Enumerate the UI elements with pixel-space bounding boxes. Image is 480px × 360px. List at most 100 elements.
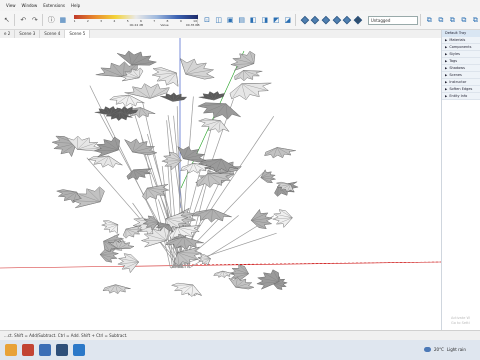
tray-title: Default Tray: [442, 30, 480, 37]
tab-scene-5[interactable]: Scene 5: [65, 30, 91, 38]
info-icon[interactable]: ⓘ: [47, 15, 57, 25]
tray-item-label: Components: [449, 45, 472, 49]
toolbar-divider: [294, 14, 296, 26]
plant-leaf: [151, 67, 179, 87]
tray-item-label: Tags: [449, 59, 458, 63]
scale-min: 00.24 dB: [129, 23, 144, 27]
select-icon[interactable]: ↖: [2, 15, 12, 25]
plant-leaf: [179, 58, 215, 80]
app-icon[interactable]: [22, 344, 34, 356]
windows-taskbar: [0, 340, 480, 360]
front-view-icon[interactable]: ⧉: [436, 15, 446, 25]
undo-icon[interactable]: ↶: [18, 15, 28, 25]
tray-item-label: Entity Info: [449, 94, 468, 98]
chevron-right-icon: ▶: [445, 73, 448, 77]
menu-view[interactable]: View: [6, 0, 16, 11]
tray-item-label: Materials: [449, 38, 466, 42]
default-tray: Default Tray ▶ Materials ▶ Components ▶ Sty…: [441, 30, 480, 330]
weather-desc: Light rain: [446, 347, 466, 352]
iso-view-icon[interactable]: [353, 15, 363, 25]
right-view-icon[interactable]: ⧉: [448, 15, 458, 25]
shadows-icon[interactable]: ◧: [248, 15, 258, 25]
hidden-line-icon[interactable]: [310, 15, 320, 25]
textured-icon[interactable]: [332, 15, 341, 25]
menu-window[interactable]: Window: [22, 0, 38, 11]
watermark-line: Go to Setti: [451, 321, 470, 325]
scale-label: 4: [113, 19, 116, 23]
menu-help[interactable]: Help: [71, 0, 80, 11]
scene-tabs: e 2 Scene 3 Scene 4 Scene 5: [0, 30, 441, 38]
scale-mid: Value: [160, 23, 169, 27]
sketchup-taskbar-icon[interactable]: [56, 344, 68, 356]
tab-scene-3[interactable]: Scene 3: [15, 30, 41, 38]
layout-icon[interactable]: ▦: [58, 15, 68, 25]
back-view-icon[interactable]: ⧉: [459, 15, 469, 25]
toolbar-divider: [419, 14, 421, 26]
sketchup-window: View Window Extensions Help ↖ ↶ ↷ ⓘ ▦ 1 …: [0, 0, 480, 360]
plant-leaf: [177, 146, 207, 163]
menu-bar: View Window Extensions Help: [0, 0, 480, 11]
weather-temp: 20°C: [434, 347, 444, 352]
pan-icon[interactable]: ▣: [225, 15, 235, 25]
tray-item-materials[interactable]: ▶ Materials: [442, 37, 480, 44]
tray-item-entity-info[interactable]: ▶ Entity Info: [442, 93, 480, 100]
scale-label: 5: [126, 19, 129, 23]
tag-select[interactable]: Untagged: [367, 15, 418, 25]
tray-item-shadows[interactable]: ▶ Shadows: [442, 65, 480, 72]
tray-item-instructor[interactable]: ▶ Instructor: [442, 79, 480, 86]
plant-leaf: [229, 82, 272, 101]
main-toolbar: ↖ ↶ ↷ ⓘ ▦ 1 2 3 4 5 6 7 8 9 10 00.24 dB …: [0, 11, 480, 30]
scale-label: 3: [100, 19, 103, 23]
activation-watermark: Activate W Go to Setti: [451, 316, 470, 326]
chevron-right-icon: ▶: [445, 94, 448, 98]
back-edges-icon[interactable]: ◪: [283, 15, 293, 25]
color-scale-values: 00.24 dB Value 00.35 RB: [130, 23, 200, 27]
chevron-right-icon: ▶: [445, 59, 448, 63]
tray-item-components[interactable]: ▶ Components: [442, 44, 480, 51]
section-icon[interactable]: ◨: [260, 15, 270, 25]
chevron-right-icon: ▶: [445, 80, 448, 84]
tray-item-scenes[interactable]: ▶ Scenes: [442, 72, 480, 79]
plant-model[interactable]: [51, 50, 299, 297]
scale-max: 00.35 RB: [185, 23, 200, 27]
tray-item-label: Styles: [449, 52, 460, 56]
red-axis: [0, 261, 441, 269]
chevron-right-icon: ▶: [445, 66, 448, 70]
orbit-icon[interactable]: ◫: [214, 15, 224, 25]
tray-item-label: Scenes: [449, 73, 462, 77]
xray-icon[interactable]: ◩: [272, 15, 282, 25]
file-explorer-icon[interactable]: [5, 344, 17, 356]
plant-leaf: [197, 102, 241, 120]
wireframe-icon[interactable]: [300, 15, 309, 25]
chevron-right-icon: ▶: [445, 87, 448, 91]
shaded-icon[interactable]: [321, 15, 330, 25]
menu-extensions[interactable]: Extensions: [43, 0, 65, 11]
status-text: ...ct. Shift = Add/Subtract. Ctrl = Add.…: [4, 333, 128, 338]
top-view-icon[interactable]: ⧉: [425, 15, 435, 25]
tab-scene-2[interactable]: e 2: [0, 30, 16, 38]
app-icon[interactable]: [73, 344, 85, 356]
styles-icon[interactable]: ▤: [237, 15, 247, 25]
model-viewport[interactable]: [0, 38, 441, 327]
tray-item-label: Instructor: [449, 80, 467, 84]
tray-item-styles[interactable]: ▶ Styles: [442, 51, 480, 58]
color-scale: 1 2 3 4 5 6 7 8 9 10 00.24 dB Value 00.3…: [72, 13, 200, 27]
tray-item-label: Shadows: [449, 66, 465, 70]
chevron-right-icon: ▶: [445, 38, 448, 42]
status-bar: ...ct. Shift = Add/Subtract. Ctrl = Add.…: [0, 330, 480, 340]
tray-item-tags[interactable]: ▶ Tags: [442, 58, 480, 65]
tray-item-soften-edges[interactable]: ▶ Soften Edges: [442, 86, 480, 93]
redo-icon[interactable]: ↷: [30, 15, 40, 25]
toolbar-divider: [13, 14, 15, 26]
chevron-right-icon: ▶: [445, 45, 448, 49]
plant-leaf: [109, 94, 145, 107]
weather-widget[interactable]: 20°C Light rain: [424, 347, 466, 352]
model-canvas[interactable]: [0, 38, 441, 327]
monochrome-icon[interactable]: [343, 15, 352, 25]
scale-label: 1: [73, 19, 76, 23]
zoom-icon[interactable]: ⊡: [202, 15, 212, 25]
left-view-icon[interactable]: ⧉: [471, 15, 480, 25]
app-icon[interactable]: [39, 344, 51, 356]
tab-scene-4[interactable]: Scene 4: [40, 30, 66, 38]
chevron-right-icon: ▶: [445, 52, 448, 56]
